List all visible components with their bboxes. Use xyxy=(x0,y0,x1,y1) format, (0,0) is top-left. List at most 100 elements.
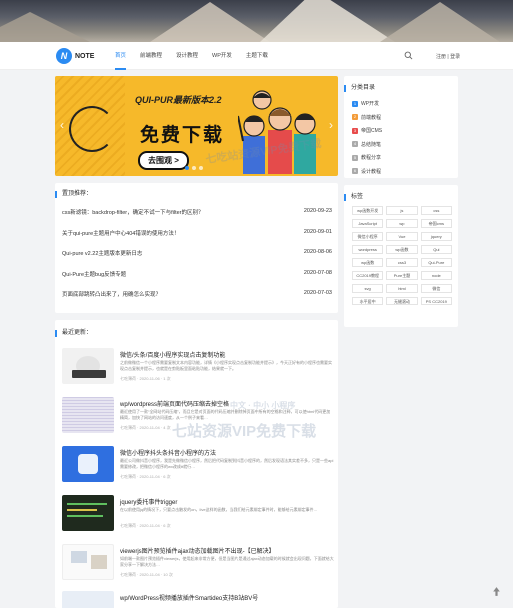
tag-item[interactable]: 微信 xyxy=(420,283,452,293)
tags-widget: 标签 wp函数开发 js css JavaScript wp 帝国cms 微信小程序 Vue j… xyxy=(344,185,458,327)
category-label[interactable]: 设计教程 xyxy=(361,168,381,175)
login-register-link[interactable]: 注册 | 登录 xyxy=(436,53,460,60)
category-label[interactable]: 前端教程 xyxy=(361,114,381,121)
tag-item[interactable]: 帝国cms xyxy=(420,218,452,228)
post-excerpt: 在以前使用jq的情况下，只要点击触发的on，live这样的函数，当我们给元素绑定… xyxy=(120,507,318,512)
pinned-item-title[interactable]: css新滤镜：backdrop-filter，确定不试一下与filter的区别？ xyxy=(62,208,204,229)
pinned-item-title[interactable]: Qui-pure v2.22主题版本更新日志 xyxy=(62,249,142,270)
category-item[interactable]: 5 教程分享 xyxy=(352,151,382,165)
menu-item-theme-download[interactable]: 主题下载 xyxy=(246,42,268,70)
back-to-top-icon[interactable] xyxy=(491,586,502,597)
tag-item[interactable]: JavaScript xyxy=(352,218,384,228)
tag-item[interactable]: wp函数开发 xyxy=(352,206,384,215)
post-thumbnail[interactable] xyxy=(62,397,114,433)
tag-item[interactable]: 水平居中 xyxy=(352,296,384,306)
category-label[interactable]: 帝国CMS xyxy=(361,127,382,134)
tag-item[interactable]: Qui xyxy=(420,244,452,254)
tag-item[interactable]: wordpress xyxy=(352,244,384,254)
post-item[interactable]: wp/wordpress前端页面代码压缩去掉空格 最近使用了一款“全网站代码压缩… xyxy=(62,397,334,437)
pinned-item[interactable]: 页面底部跳转凸出来了，用确怎么实现？ 2020-07-03 xyxy=(62,290,332,311)
tag-item[interactable]: css xyxy=(420,206,452,215)
post-thumbnail[interactable] xyxy=(62,495,114,531)
tag-item[interactable]: jquery xyxy=(420,231,452,241)
tag-item[interactable]: Qui-Pure xyxy=(420,257,452,267)
pinned-posts-card: 置顶推荐： css新滤镜：backdrop-filter，确定不试一下与filt… xyxy=(55,183,338,313)
post-title[interactable]: jquery委托事件trigger xyxy=(120,497,177,506)
carousel-prev-arrow[interactable]: ‹ xyxy=(58,118,66,132)
pinned-item[interactable]: 关于qui-pure主题用户中心404错误的使用方法！ 2020-09-01 xyxy=(62,229,332,250)
post-item[interactable]: 微信/头条/百度小程序实现点击复制功能 之前做微信一个小程序需要复制文本内容功能… xyxy=(62,348,334,388)
category-list: 1 WP开发 2 前端教程 3 帝国CMS 4 总结随笔 5 教程分享 6 设计教程 xyxy=(352,97,382,178)
hero-banner-image xyxy=(0,0,513,42)
tag-item[interactable]: 无缝滚动 xyxy=(386,296,418,306)
category-item[interactable]: 1 WP开发 xyxy=(352,97,382,111)
post-thumbnail[interactable] xyxy=(62,446,114,482)
carousel-next-arrow[interactable]: › xyxy=(327,118,335,132)
tag-item[interactable]: Vue xyxy=(386,231,418,241)
carousel-dot[interactable] xyxy=(185,166,189,170)
banner-headline: 免费下载 xyxy=(140,125,225,146)
tag-item[interactable]: node xyxy=(420,270,452,280)
post-item[interactable]: jquery委托事件trigger 在以前使用jq的情况下，只要点击触发的on，… xyxy=(62,495,334,535)
post-item[interactable]: wp/WordPress视频播放插件Smartideo支持B站BV号 xyxy=(62,591,334,608)
post-title[interactable]: 微信小程序抖头条抖音小程序的方法 xyxy=(120,448,216,457)
post-thumbnail[interactable] xyxy=(62,544,114,580)
category-label[interactable]: WP开发 xyxy=(361,100,379,107)
pinned-item-title[interactable]: Qui-Pure主题bug反馈专题 xyxy=(62,270,126,291)
carousel-dot[interactable] xyxy=(192,166,196,170)
carousel-dots xyxy=(185,166,203,170)
pinned-item[interactable]: Qui-Pure主题bug反馈专题 2020-07-08 xyxy=(62,270,332,291)
logo-icon: N xyxy=(56,48,72,64)
post-item[interactable]: 微信小程序抖头条抖音小程序的方法 最近公司做抖音小程序，我是先做微信小程序，然后… xyxy=(62,446,334,486)
tag-item[interactable]: CC2019教程 xyxy=(352,270,384,280)
site-logo[interactable]: N NOTE xyxy=(56,48,94,64)
carousel-dot[interactable] xyxy=(199,166,203,170)
categories-widget: 分类目录 1 WP开发 2 前端教程 3 帝国CMS 4 总结随笔 5 教程分享 6 设计教… xyxy=(344,76,458,178)
tag-item[interactable]: js xyxy=(386,206,418,215)
pinned-item[interactable]: Qui-pure v2.22主题版本更新日志 2020-08-06 xyxy=(62,249,332,270)
category-item[interactable]: 3 帝国CMS xyxy=(352,124,382,138)
category-rank: 5 xyxy=(352,154,358,161)
search-icon[interactable] xyxy=(404,51,413,60)
post-thumbnail[interactable] xyxy=(62,348,114,384)
people-illustration xyxy=(238,90,316,174)
banner-cta-button[interactable]: 去围观 > xyxy=(138,151,189,170)
post-title[interactable]: viewerjs图片预览插件ajax动态加载图片不出现-【已解决】 xyxy=(120,546,275,555)
post-item[interactable]: viewerjs图片预览插件ajax动态加载图片不出现-【已解决】 如前端一款图… xyxy=(62,544,334,584)
menu-item-frontend[interactable]: 前端教程 xyxy=(140,42,162,70)
tag-item[interactable]: wp函数 xyxy=(386,244,418,254)
carousel-banner[interactable]: QUI-PUR最新版本2.2 免费下载 去围观 > ‹ › xyxy=(55,76,338,176)
tag-item[interactable]: css3 xyxy=(386,257,418,267)
menu-item-home[interactable]: 首页 xyxy=(115,42,127,70)
pinned-item[interactable]: css新滤镜：backdrop-filter，确定不试一下与filter的区别？… xyxy=(62,208,332,229)
category-item[interactable]: 6 设计教程 xyxy=(352,165,382,179)
post-meta: 七吃薄荷 · 2020-11-04 · 4 次 xyxy=(120,425,171,430)
tag-item[interactable]: html xyxy=(386,283,418,293)
pinned-item-date: 2020-08-06 xyxy=(303,249,332,255)
post-title[interactable]: wp/WordPress视频播放插件Smartideo支持B站BV号 xyxy=(120,593,258,602)
tag-item[interactable]: wp函数 xyxy=(352,257,384,267)
tag-item[interactable]: Pure主题 xyxy=(386,270,418,280)
tag-item[interactable]: wp xyxy=(386,218,418,228)
swirl-decoration xyxy=(69,106,115,152)
post-thumbnail[interactable] xyxy=(62,591,114,608)
tag-cloud: wp函数开发 js css JavaScript wp 帝国cms 微信小程序 Vue jque… xyxy=(352,206,452,306)
post-excerpt: 如前端一款图片预览插件viewerjs，使用起来非常方便，但是当图片是通过aja… xyxy=(120,556,334,567)
post-title[interactable]: wp/wordpress前端页面代码压缩去掉空格 xyxy=(120,399,229,408)
category-label[interactable]: 教程分享 xyxy=(361,154,381,161)
menu-item-design[interactable]: 设计教程 xyxy=(176,42,198,70)
category-item[interactable]: 2 前端教程 xyxy=(352,111,382,125)
tag-item[interactable]: svg xyxy=(352,283,384,293)
category-label[interactable]: 总结随笔 xyxy=(361,141,381,148)
post-excerpt: 之前做微信一个小程序需要复制文本内容功能，详情《小程序实现点击复制功能并提示》，… xyxy=(120,360,332,371)
category-item[interactable]: 4 总结随笔 xyxy=(352,138,382,152)
pinned-item-title[interactable]: 关于qui-pure主题用户中心404错误的使用方法！ xyxy=(62,229,179,250)
post-title[interactable]: 微信/头条/百度小程序实现点击复制功能 xyxy=(120,350,225,359)
tag-item[interactable]: PS CC2019 xyxy=(420,296,452,306)
tag-item[interactable]: 微信小程序 xyxy=(352,231,384,241)
pinned-item-title[interactable]: 页面底部跳转凸出来了，用确怎么实现？ xyxy=(62,290,161,311)
post-meta: 七吃薄荷 · 2020-11-04 · 6 次 xyxy=(120,474,171,479)
pinned-section-title: 置顶推荐： xyxy=(55,191,92,198)
menu-item-wp-dev[interactable]: WP开发 xyxy=(212,42,232,70)
post-excerpt: 最近公司做抖音小程序，我是先做微信小程序，然后把代码复制到抖音小程序的，然后发现… xyxy=(120,458,334,469)
